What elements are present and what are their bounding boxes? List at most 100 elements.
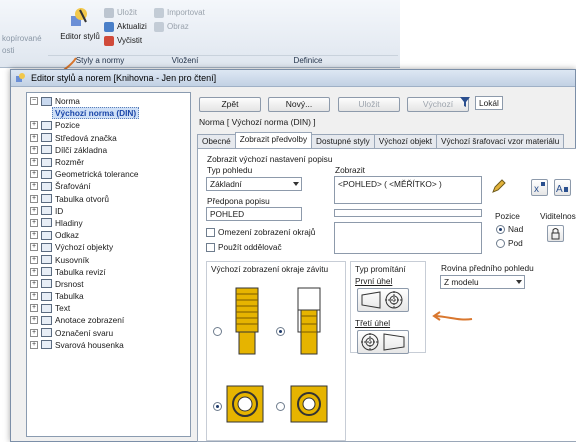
chevron-down-icon	[516, 280, 522, 284]
expand-icon[interactable]: +	[30, 145, 38, 154]
tab-material-hatch[interactable]: Výchozí šrafovací vzor materiálu	[436, 134, 565, 148]
expand-icon[interactable]: +	[30, 267, 38, 276]
expand-icon[interactable]: +	[30, 158, 38, 167]
style-type-icon	[41, 267, 52, 277]
expand-icon[interactable]: +	[30, 182, 38, 191]
style-tree[interactable]: − Norma Výchozí norma (DIN) + Pozice + Stře…	[26, 92, 191, 437]
thread-style-3-icon	[226, 385, 264, 423]
tree-item[interactable]: + Drsnost	[30, 278, 190, 290]
display-format-lower[interactable]	[334, 222, 482, 254]
third-angle-button[interactable]	[357, 330, 409, 354]
expand-icon[interactable]: +	[30, 292, 38, 301]
expand-icon[interactable]: +	[30, 206, 38, 215]
view-preferences-panel: Zobrazit výchozí nastavení popisu Typ po…	[197, 148, 576, 442]
tree-item[interactable]: + Rozměr	[30, 156, 190, 168]
tree-item[interactable]: + Dílčí základna	[30, 144, 190, 156]
expand-icon[interactable]: +	[30, 243, 38, 252]
text-format-button[interactable]: A	[554, 179, 571, 196]
tree-item[interactable]: + Anotace zobrazení	[30, 314, 190, 326]
image-button[interactable]: Obraz	[154, 20, 214, 34]
tree-item[interactable]: + ID	[30, 205, 190, 217]
limit-borders-checkbox[interactable]: Omezení zobrazení okrajů	[206, 227, 315, 237]
tree-item[interactable]: + Svarová housenka	[30, 339, 190, 351]
filter-icon[interactable]	[459, 96, 471, 108]
prefix-input[interactable]: POHLED	[206, 207, 302, 221]
filter-combo[interactable]: Lokál	[475, 96, 503, 110]
expand-icon[interactable]: +	[30, 133, 38, 142]
image-icon	[154, 22, 164, 32]
text-scale-button[interactable]: x	[531, 179, 548, 196]
front-plane-combo[interactable]: Z modelu	[440, 275, 525, 289]
tab-default-object[interactable]: Výchozí objekt	[373, 134, 437, 148]
prefix-label: Předpona popisu	[207, 196, 270, 206]
style-editor-button[interactable]: Editor stylů	[56, 6, 102, 46]
tree-root-norma[interactable]: − Norma	[30, 95, 190, 107]
tree-item[interactable]: + Geometrická tolerance	[30, 168, 190, 180]
tab-available-styles[interactable]: Dostupné styly	[311, 134, 375, 148]
view-type-combo[interactable]: Základní	[206, 177, 302, 191]
style-type-icon	[41, 303, 52, 313]
tree-item-default-standard[interactable]: Výchozí norma (DIN)	[30, 107, 190, 120]
position-below-radio[interactable]: Pod	[496, 238, 523, 248]
thread-radio-1[interactable]	[213, 327, 222, 336]
expand-icon[interactable]: +	[30, 304, 38, 313]
lock-icon	[551, 228, 560, 240]
ribbon-left-labels: kopírované osti	[2, 34, 42, 55]
save-styles-button[interactable]: Uložit	[104, 6, 154, 20]
tree-item[interactable]: + Tabulka	[30, 290, 190, 302]
position-label: Pozice	[495, 211, 520, 221]
expand-icon[interactable]: +	[30, 218, 38, 227]
save-button[interactable]: Uložit	[338, 97, 400, 112]
collapse-icon[interactable]: −	[30, 97, 38, 106]
first-angle-button[interactable]	[357, 288, 409, 312]
first-angle-label: První úhel	[355, 276, 393, 286]
pencil-icon[interactable]	[490, 178, 507, 195]
purge-styles-button[interactable]: Vyčistit	[104, 34, 154, 48]
back-button[interactable]: Zpět	[199, 97, 261, 112]
new-button[interactable]: Nový...	[268, 97, 330, 112]
style-type-icon	[41, 340, 52, 350]
expand-icon[interactable]: +	[30, 194, 38, 203]
import-button[interactable]: Importovat	[154, 6, 214, 20]
expand-icon[interactable]: +	[30, 340, 38, 349]
first-angle-icon	[361, 291, 403, 309]
thread-radio-3[interactable]	[213, 402, 222, 411]
scale-icon: x	[534, 182, 545, 195]
use-separator-checkbox[interactable]: Použít oddělovač	[206, 242, 282, 252]
expand-icon[interactable]: +	[30, 279, 38, 288]
style-type-icon	[41, 230, 52, 240]
tree-item[interactable]: + Šrafování	[30, 180, 190, 192]
tab-general[interactable]: Obecné	[197, 134, 236, 148]
tree-item[interactable]: + Tabulka revizí	[30, 266, 190, 278]
expand-icon[interactable]: +	[30, 170, 38, 179]
visibility-button[interactable]	[547, 225, 564, 242]
display-format-field[interactable]: <POHLED> ( <MĚŘÍTKO> )	[334, 176, 482, 204]
tree-item[interactable]: + Označení svaru	[30, 327, 190, 339]
tree-item[interactable]: + Pozice	[30, 119, 190, 131]
expand-icon[interactable]: +	[30, 231, 38, 240]
tree-item[interactable]: + Hladiny	[30, 217, 190, 229]
tab-view-preferences[interactable]: Zobrazit předvolby	[234, 132, 313, 148]
app-icon	[16, 73, 25, 82]
tree-item[interactable]: + Kusovník	[30, 253, 190, 265]
dialog-title: Editor stylů a norem [Knihovna - Jen pro…	[31, 73, 217, 83]
update-styles-button[interactable]: Aktualizi	[104, 20, 154, 34]
update-icon	[104, 22, 114, 32]
style-type-icon	[41, 328, 52, 338]
style-editor-dialog: Editor stylů a norem [Knihovna - Jen pro…	[10, 69, 576, 442]
thread-radio-4[interactable]	[276, 402, 285, 411]
tree-item[interactable]: + Odkaz	[30, 229, 190, 241]
tree-item[interactable]: + Tabulka otvorů	[30, 193, 190, 205]
import-icon	[154, 8, 164, 18]
tree-item[interactable]: + Středová značka	[30, 132, 190, 144]
dialog-titlebar[interactable]: Editor stylů a norem [Knihovna - Jen pro…	[11, 70, 575, 87]
expand-icon[interactable]: +	[30, 255, 38, 264]
thread-radio-2[interactable]	[276, 327, 285, 336]
position-above-radio[interactable]: Nad	[496, 224, 523, 234]
expand-icon[interactable]: +	[30, 121, 38, 130]
tab-strip: Obecné Zobrazit předvolby Dostupné styly…	[197, 132, 565, 149]
tree-item[interactable]: + Text	[30, 302, 190, 314]
expand-icon[interactable]: +	[30, 328, 38, 337]
tree-item[interactable]: + Výchozí objekty	[30, 241, 190, 253]
expand-icon[interactable]: +	[30, 316, 38, 325]
